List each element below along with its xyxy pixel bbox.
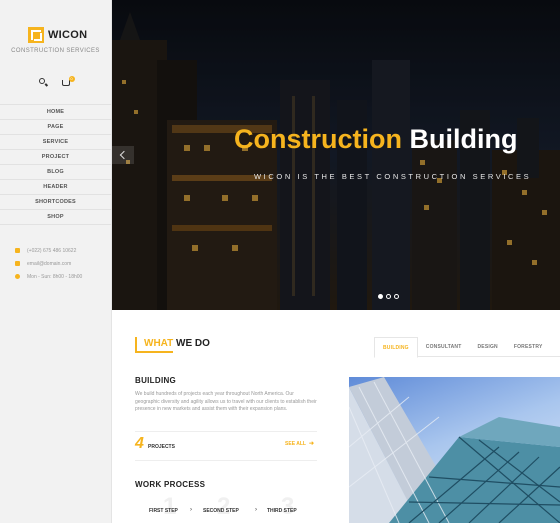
- tab-building[interactable]: BUILDING: [374, 337, 418, 358]
- hours-text: Mon - Sun: 8h00 - 18h00: [27, 273, 83, 280]
- step-2-label: SECOND STEP: [203, 508, 239, 514]
- hero-title-highlight: Construction: [234, 124, 402, 154]
- contact-phone: (+022) 675 486 10622: [15, 244, 82, 257]
- nav-item-shortcodes[interactable]: SHORTCODES: [0, 195, 111, 210]
- page: WICON CONSTRUCTION SERVICES 0 HOME PAGE …: [0, 0, 560, 523]
- see-all-link[interactable]: SEE ALL ➜: [285, 440, 314, 447]
- projects-count: 4: [135, 435, 144, 452]
- step-arrow-1-icon: ›: [190, 507, 192, 513]
- step-1-number: 1: [163, 493, 177, 520]
- see-all-label: SEE ALL: [285, 441, 306, 447]
- hero-slider: Construction Building WICON IS THE BEST …: [112, 0, 560, 310]
- hero-subtitle: WICON IS THE BEST CONSTRUCTION SERVICES: [254, 172, 532, 181]
- phone-text: (+022) 675 486 10622: [27, 247, 77, 254]
- nav-item-home[interactable]: HOME: [0, 105, 111, 120]
- slider-dot-3[interactable]: [394, 294, 399, 299]
- section-title: WHAT WE DO: [144, 338, 210, 349]
- phone-icon: [15, 248, 20, 253]
- service-tabs: BUILDING CONSULTANT DESIGN FORESTRY: [374, 337, 560, 358]
- cart-icon: [61, 80, 70, 86]
- projects-label: PROJECTS: [148, 444, 175, 450]
- envelope-icon: [15, 261, 20, 266]
- slider-dots: [378, 294, 399, 299]
- contact-info: (+022) 675 486 10622 email@domain.com Mo…: [15, 244, 82, 283]
- section-title-highlight: WHAT: [144, 338, 174, 349]
- nav-item-header[interactable]: HEADER: [0, 180, 111, 195]
- step-3-label: THIRD STEP: [267, 508, 297, 514]
- nav-item-service[interactable]: SERVICE: [0, 135, 111, 150]
- tab-design[interactable]: DESIGN: [469, 337, 505, 356]
- header-tools: 0: [0, 76, 111, 89]
- nav-item-page[interactable]: PAGE: [0, 120, 111, 135]
- tab-consultant[interactable]: CONSULTANT: [418, 337, 470, 356]
- step-1-label: FIRST STEP: [149, 508, 178, 514]
- logo-icon: [28, 27, 44, 43]
- search-icon: [38, 78, 45, 84]
- contact-email[interactable]: email@domain.com: [15, 257, 82, 270]
- work-process-steps: 1 FIRST STEP › 2 SECOND STEP › 3 THIRD S…: [135, 493, 317, 523]
- city-skyline-image: [112, 0, 560, 310]
- cart-count-badge: 0: [68, 76, 75, 82]
- cart-button[interactable]: 0: [61, 76, 75, 89]
- step-arrow-2-icon: ›: [255, 507, 257, 513]
- section-title-rest: WE DO: [176, 338, 210, 349]
- nav-item-project[interactable]: PROJECT: [0, 150, 111, 165]
- tagline: CONSTRUCTION SERVICES: [11, 48, 100, 54]
- building-photo: [349, 377, 560, 523]
- slider-dot-1[interactable]: [378, 294, 383, 299]
- logo-text: WICON: [48, 29, 88, 41]
- nav-item-blog[interactable]: BLOG: [0, 165, 111, 180]
- main-nav: HOME PAGE SERVICE PROJECT BLOG HEADER SH…: [0, 104, 111, 225]
- step-2-number: 2: [217, 493, 231, 520]
- slider-dot-2[interactable]: [386, 294, 391, 299]
- step-3-number: 3: [281, 493, 295, 520]
- search-button[interactable]: [37, 77, 51, 89]
- building-heading: BUILDING: [135, 376, 177, 385]
- hero-title: Construction Building: [234, 124, 518, 155]
- clock-icon: [15, 274, 20, 279]
- glass-building-image: [349, 377, 560, 523]
- arrow-right-icon: ➜: [308, 441, 314, 447]
- work-process-heading: WORK PROCESS: [135, 480, 206, 489]
- tab-forestry[interactable]: FORESTRY: [506, 337, 551, 356]
- sidebar: WICON CONSTRUCTION SERVICES 0 HOME PAGE …: [0, 0, 112, 523]
- nav-item-shop[interactable]: SHOP: [0, 210, 111, 225]
- slider-prev-arrow[interactable]: [112, 146, 134, 164]
- contact-hours: Mon - Sun: 8h00 - 18h00: [15, 270, 82, 283]
- email-text: email@domain.com: [27, 260, 72, 267]
- projects-stat: 4 PROJECTS SEE ALL ➜: [135, 431, 317, 461]
- building-description: We build hundreds of projects each year …: [135, 391, 317, 413]
- logo[interactable]: WICON: [28, 27, 87, 43]
- hero-title-rest: Building: [409, 124, 518, 154]
